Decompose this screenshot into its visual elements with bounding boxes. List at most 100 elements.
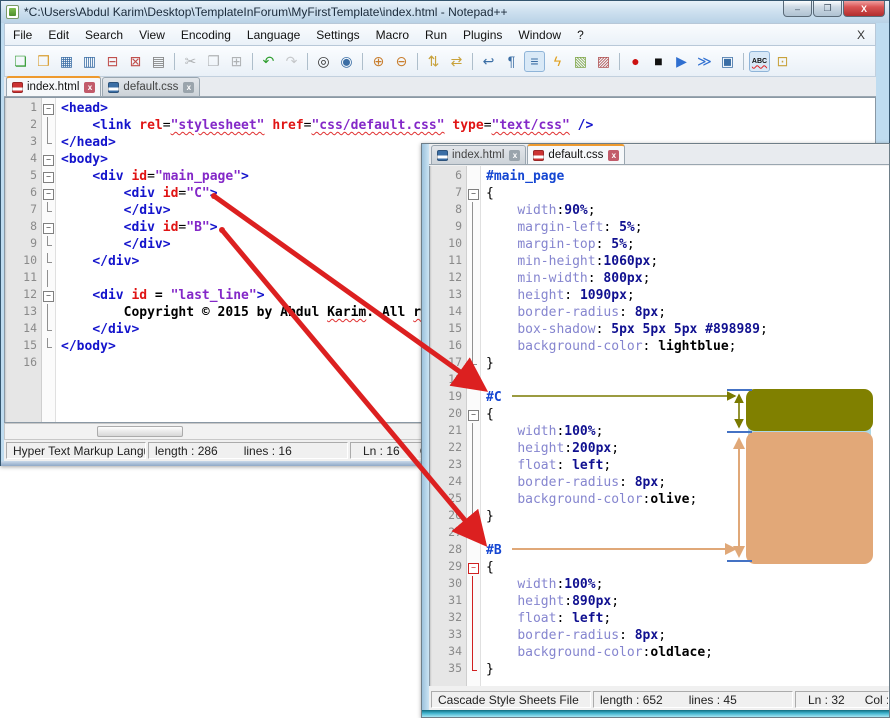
code-line-6[interactable]: 6#main_page	[432, 168, 889, 185]
save-all-icon[interactable]: ▥	[79, 51, 100, 72]
editor-default-css[interactable]: 6#main_page7{8 width:90%;9 margin-left: …	[429, 166, 889, 686]
code-line-26[interactable]: 26}	[432, 508, 889, 525]
code-line-22[interactable]: 22 height:200px;	[432, 440, 889, 457]
menu-item-file[interactable]: File	[5, 25, 40, 45]
code-line-20[interactable]: 20{	[432, 406, 889, 423]
code-line-15[interactable]: 15 box-shadow: 5px 5px 5px #898989;	[432, 321, 889, 338]
copy-icon[interactable]: ❐	[203, 51, 224, 72]
find-icon[interactable]: ◎	[313, 51, 334, 72]
cut-icon[interactable]: ✂	[180, 51, 201, 72]
menu-item-settings[interactable]: Settings	[308, 25, 367, 45]
fold-collapse-icon[interactable]	[466, 406, 480, 423]
code-line-33[interactable]: 33 border-radius: 8px;	[432, 627, 889, 644]
menu-item-run[interactable]: Run	[417, 25, 455, 45]
fold-collapse-icon[interactable]	[466, 559, 480, 576]
doc-switcher-icon[interactable]: ▨	[593, 51, 614, 72]
title-bar[interactable]: *C:\Users\Abdul Karim\Desktop\TemplateIn…	[1, 1, 889, 23]
code-line-14[interactable]: 14 border-radius: 8px;	[432, 304, 889, 321]
code-line-25[interactable]: 25 background-color:olive;	[432, 491, 889, 508]
scrollbar-thumb[interactable]	[97, 426, 183, 437]
menu-item-window[interactable]: Window	[510, 25, 569, 45]
macro-stop-icon[interactable]: ■	[648, 51, 669, 72]
macro-save-icon[interactable]: ▣	[717, 51, 738, 72]
save-icon[interactable]: ▦	[56, 51, 77, 72]
menu-item-language[interactable]: Language	[239, 25, 308, 45]
code-line-9[interactable]: 9 margin-left: 5%;	[432, 219, 889, 236]
menu-item-view[interactable]: View	[131, 25, 173, 45]
tab-index-html[interactable]: index.htmlx	[431, 145, 526, 164]
code-line-13[interactable]: 13 height: 1090px;	[432, 287, 889, 304]
tab-index-html[interactable]: index.htmlx	[6, 76, 101, 96]
word-wrap-icon[interactable]: ↩	[478, 51, 499, 72]
menu-item-macro[interactable]: Macro	[368, 25, 417, 45]
fold-collapse-icon[interactable]	[466, 185, 480, 202]
code-line-19[interactable]: 19#C	[432, 389, 889, 406]
zoom-out-icon[interactable]: ⊖	[391, 51, 412, 72]
document-map-icon[interactable]: ▧	[570, 51, 591, 72]
menu-item-search[interactable]: Search	[77, 25, 131, 45]
minimize-button[interactable]: –	[783, 1, 812, 17]
fold-collapse-icon[interactable]	[41, 151, 55, 168]
maximize-button[interactable]: ❐	[813, 1, 842, 17]
spell-check-icon[interactable]: ABC	[749, 51, 770, 72]
code-line-34[interactable]: 34 background-color:oldlace;	[432, 644, 889, 661]
menu-item-edit[interactable]: Edit	[40, 25, 77, 45]
code-line-16[interactable]: 16 background-color: lightblue;	[432, 338, 889, 355]
code-line-12[interactable]: 12 min-width: 800px;	[432, 270, 889, 287]
fold-collapse-icon[interactable]	[41, 168, 55, 185]
fold-collapse-icon[interactable]	[41, 185, 55, 202]
code-line-17[interactable]: 17}	[432, 355, 889, 372]
open-icon[interactable]: ❒	[33, 51, 54, 72]
macro-record-icon[interactable]: ●	[625, 51, 646, 72]
close-doc-icon[interactable]: ⊟	[102, 51, 123, 72]
code-line-31[interactable]: 31 height:890px;	[432, 593, 889, 610]
code-line-8[interactable]: 8 width:90%;	[432, 202, 889, 219]
sync-vertical-icon[interactable]: ⇅	[423, 51, 444, 72]
code-line-23[interactable]: 23 float: left;	[432, 457, 889, 474]
code-line-35[interactable]: 35}	[432, 661, 889, 678]
menu-item-encoding[interactable]: Encoding	[173, 25, 239, 45]
new-file-icon[interactable]: ❏	[10, 51, 31, 72]
code-line-18[interactable]: 18	[432, 372, 889, 389]
show-all-chars-icon[interactable]: ¶	[501, 51, 522, 72]
code-line-30[interactable]: 30 width:100%;	[432, 576, 889, 593]
tab-close-icon[interactable]: x	[84, 82, 95, 93]
tab-default-css[interactable]: default.cssx	[527, 144, 625, 164]
fold-collapse-icon[interactable]	[41, 287, 55, 304]
macro-play-icon[interactable]: ▶	[671, 51, 692, 72]
tab-close-icon[interactable]: x	[509, 150, 520, 161]
code-line-21[interactable]: 21 width:100%;	[432, 423, 889, 440]
explorer-link-icon[interactable]: ⊡	[772, 51, 793, 72]
fold-collapse-icon[interactable]	[41, 100, 55, 117]
code-line-10[interactable]: 10 margin-top: 5%;	[432, 236, 889, 253]
paste-icon[interactable]: ⊞	[226, 51, 247, 72]
replace-icon[interactable]: ◉	[336, 51, 357, 72]
code-line-2[interactable]: 2 <link rel="stylesheet" href="css/defau…	[7, 117, 875, 134]
undo-icon[interactable]: ↶	[258, 51, 279, 72]
menu-item-plugins[interactable]: Plugins	[455, 25, 510, 45]
tab-close-icon[interactable]: x	[608, 150, 619, 161]
code-line-24[interactable]: 24 border-radius: 8px;	[432, 474, 889, 491]
zoom-in-icon[interactable]: ⊕	[368, 51, 389, 72]
menu-item-[interactable]: ?	[569, 25, 592, 45]
code-line-11[interactable]: 11 min-height:1060px;	[432, 253, 889, 270]
function-list-icon[interactable]: ϟ	[547, 51, 568, 72]
fold-collapse-icon[interactable]	[41, 219, 55, 236]
code-line-7[interactable]: 7{	[432, 185, 889, 202]
sync-horizontal-icon[interactable]: ⇄	[446, 51, 467, 72]
code-line-28[interactable]: 28#B	[432, 542, 889, 559]
print-icon[interactable]: ▤	[148, 51, 169, 72]
menu-close-document-button[interactable]: X	[847, 25, 875, 45]
indent-guide-icon[interactable]: ≡	[524, 51, 545, 72]
close-button[interactable]: X	[843, 1, 885, 17]
tab-default-css[interactable]: default.cssx	[102, 77, 200, 96]
close-all-icon[interactable]: ⊠	[125, 51, 146, 72]
redo-icon[interactable]: ↷	[281, 51, 302, 72]
tab-close-icon[interactable]: x	[183, 82, 194, 93]
code-area[interactable]: 6#main_page7{8 width:90%;9 margin-left: …	[432, 166, 889, 678]
code-line-29[interactable]: 29{	[432, 559, 889, 576]
code-line-1[interactable]: 1<head>	[7, 100, 875, 117]
macro-run-multiple-icon[interactable]: ≫	[694, 51, 715, 72]
code-line-32[interactable]: 32 float: left;	[432, 610, 889, 627]
code-line-27[interactable]: 27	[432, 525, 889, 542]
